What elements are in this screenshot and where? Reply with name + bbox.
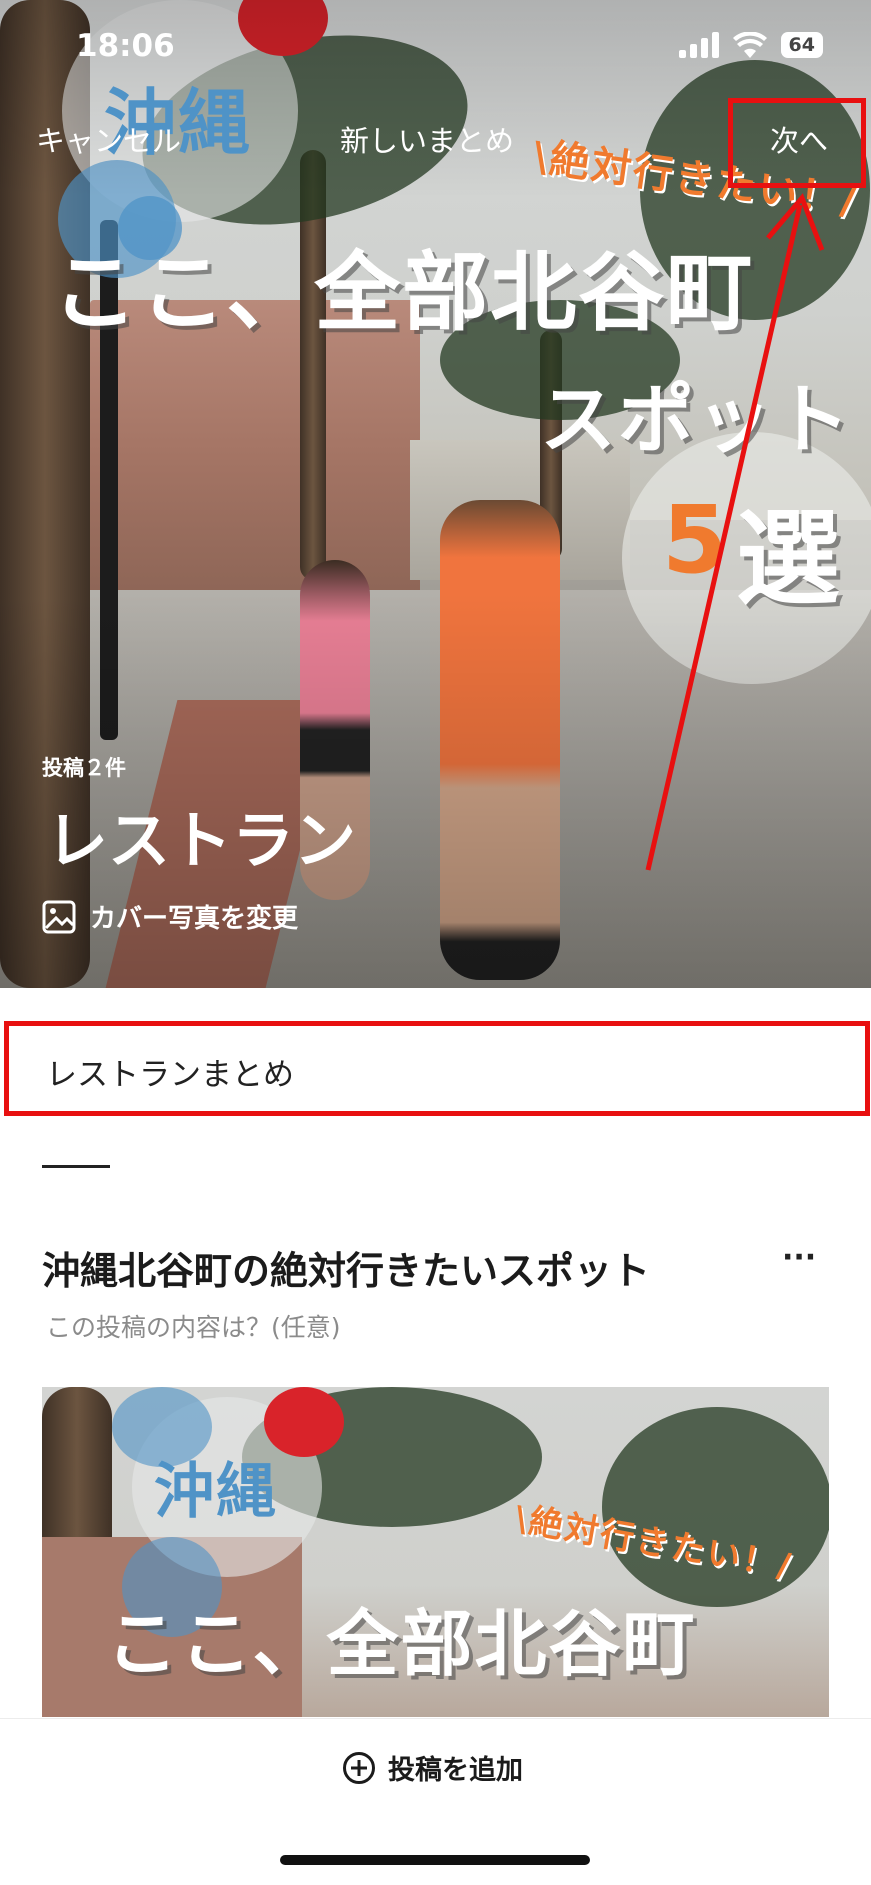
thumb-badge: 沖縄	[154, 1457, 278, 1527]
post-description-input[interactable]: この投稿の内容は？(任意)	[46, 1308, 341, 1344]
plus-circle-icon	[343, 1751, 375, 1784]
post-thumbnail[interactable]: 沖縄 \絶対行きたい！/ ここ、全部北谷町	[42, 1387, 829, 1717]
home-indicator[interactable]	[280, 1855, 590, 1865]
more-options-button[interactable]: ···	[782, 1240, 816, 1275]
add-post-button[interactable]: 投稿を追加	[342, 1748, 523, 1787]
thumb-headline: ここ、全部北谷町	[106, 1602, 697, 1686]
summary-title-input[interactable]	[44, 1052, 828, 1090]
post-title: 沖縄北谷町の絶対行きたいスポット	[42, 1249, 651, 1293]
title-underline	[42, 1165, 110, 1168]
add-post-label: 投稿を追加	[388, 1755, 523, 1786]
annotation-arrow	[645, 193, 825, 871]
palm-leaves	[602, 1407, 829, 1607]
